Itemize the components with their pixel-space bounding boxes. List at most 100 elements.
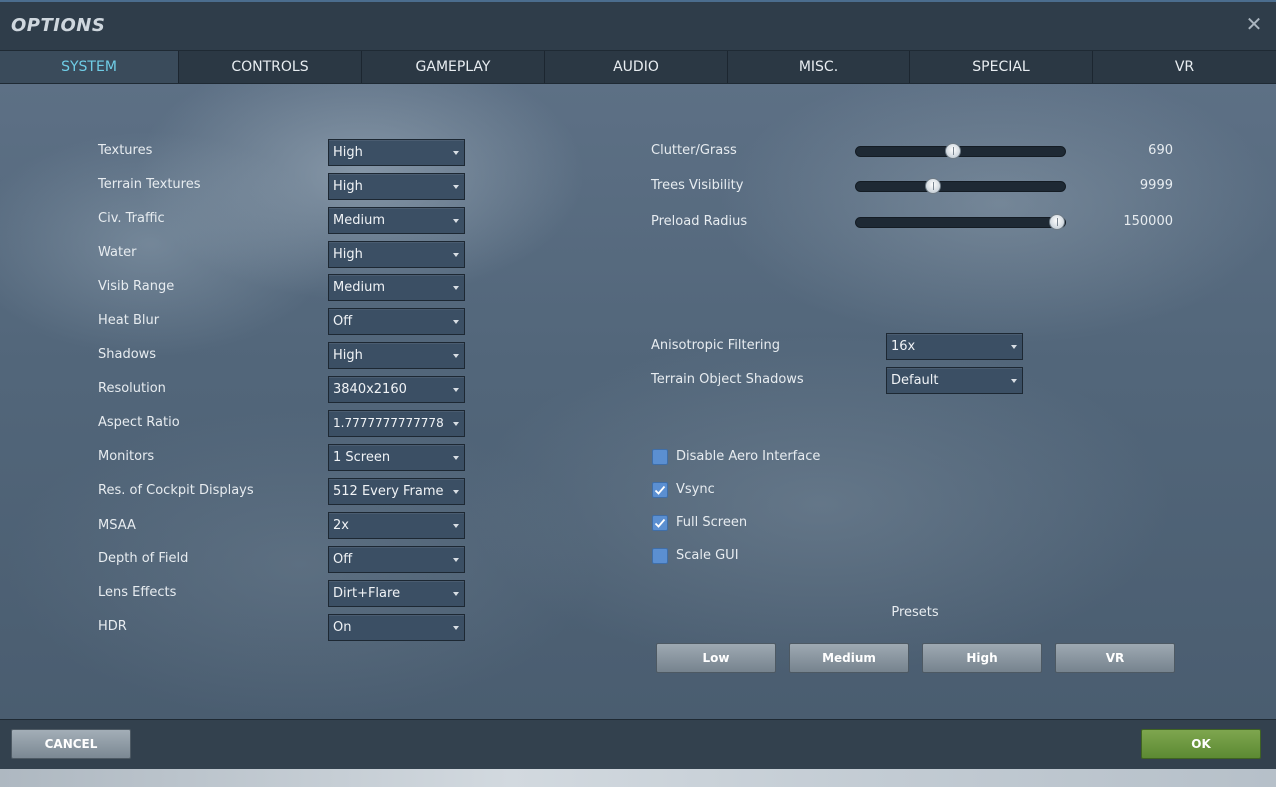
chevron-down-icon (1011, 379, 1017, 383)
close-icon[interactable]: ✕ (1244, 14, 1264, 34)
preset-high-button[interactable]: High (922, 643, 1042, 673)
resolution-select[interactable]: 3840x2160 (328, 376, 465, 403)
footer-bar: CANCEL OK (0, 719, 1276, 769)
preset-medium-button[interactable]: Medium (789, 643, 909, 673)
slider-handle[interactable] (945, 143, 961, 159)
shadows-value: High (333, 348, 363, 363)
clutter-grass-label: Clutter/Grass (651, 143, 737, 158)
aspect-ratio-value: 1.7777777777778 (333, 416, 444, 430)
chevron-down-icon (453, 422, 459, 426)
textures-value: High (333, 145, 363, 160)
tab-gameplay[interactable]: GAMEPLAY (362, 51, 545, 83)
visib-range-label: Visib Range (98, 279, 175, 294)
monitors-select[interactable]: 1 Screen (328, 444, 465, 471)
chevron-down-icon (1011, 345, 1017, 349)
clutter-grass-value: 690 (1148, 143, 1173, 158)
monitors-value: 1 Screen (333, 450, 391, 465)
tab-audio[interactable]: AUDIO (545, 51, 728, 83)
chevron-down-icon (453, 456, 459, 460)
civ-traffic-label: Civ. Traffic (98, 211, 165, 226)
heat-blur-select[interactable]: Off (328, 308, 465, 335)
chevron-down-icon (453, 151, 459, 155)
msaa-select[interactable]: 2x (328, 512, 465, 539)
vsync-checkbox[interactable] (652, 482, 668, 498)
civ-traffic-select[interactable]: Medium (328, 207, 465, 234)
chevron-down-icon (453, 490, 459, 494)
chevron-down-icon (453, 388, 459, 392)
lens-effects-label: Lens Effects (98, 585, 177, 600)
terrain-textures-select[interactable]: High (328, 173, 465, 200)
textures-label: Textures (98, 143, 153, 158)
full-screen-checkbox[interactable] (652, 515, 668, 531)
tab-misc[interactable]: MISC. (728, 51, 910, 83)
preset-low-button[interactable]: Low (656, 643, 776, 673)
slider-handle[interactable] (925, 178, 941, 194)
chevron-down-icon (453, 592, 459, 596)
cockpit-displays-value: 512 Every Frame (333, 484, 444, 499)
resolution-value: 3840x2160 (333, 382, 407, 397)
depth-of-field-value: Off (333, 552, 353, 567)
water-label: Water (98, 245, 137, 260)
textures-select[interactable]: High (328, 139, 465, 166)
window-title: OPTIONS (11, 15, 106, 36)
visib-range-value: Medium (333, 280, 385, 295)
heat-blur-value: Off (333, 314, 353, 329)
system-settings-panel: Textures High Terrain Textures High Civ.… (0, 84, 1276, 719)
clutter-grass-slider[interactable] (855, 143, 1066, 159)
cockpit-displays-select[interactable]: 512 Every Frame (328, 478, 465, 505)
heat-blur-label: Heat Blur (98, 313, 160, 328)
disable-aero-label: Disable Aero Interface (676, 449, 821, 464)
monitors-label: Monitors (98, 449, 155, 464)
msaa-value: 2x (333, 518, 349, 533)
chevron-down-icon (453, 626, 459, 630)
lens-effects-select[interactable]: Dirt+Flare (328, 580, 465, 607)
hdr-select[interactable]: On (328, 614, 465, 641)
resolution-label: Resolution (98, 381, 166, 396)
disable-aero-checkbox[interactable] (652, 449, 668, 465)
water-select[interactable]: High (328, 241, 465, 268)
hdr-label: HDR (98, 619, 127, 634)
chevron-down-icon (453, 253, 459, 257)
tab-system[interactable]: SYSTEM (0, 51, 179, 83)
slider-handle[interactable] (1049, 214, 1065, 230)
cancel-button[interactable]: CANCEL (11, 729, 131, 759)
tab-special[interactable]: SPECIAL (910, 51, 1093, 83)
anisotropic-filtering-label: Anisotropic Filtering (651, 338, 781, 353)
checkmark-icon (654, 518, 666, 528)
tab-vr[interactable]: VR (1093, 51, 1276, 83)
preload-radius-slider[interactable] (855, 214, 1066, 230)
shadows-select[interactable]: High (328, 342, 465, 369)
chevron-down-icon (453, 354, 459, 358)
anisotropic-filtering-select[interactable]: 16x (886, 333, 1023, 360)
chevron-down-icon (453, 185, 459, 189)
preload-radius-label: Preload Radius (651, 214, 748, 229)
vsync-label: Vsync (676, 482, 715, 497)
cockpit-displays-label: Res. of Cockpit Displays (98, 483, 254, 498)
chevron-down-icon (453, 524, 459, 528)
chevron-down-icon (453, 558, 459, 562)
terrain-textures-label: Terrain Textures (98, 177, 201, 192)
preset-vr-button[interactable]: VR (1055, 643, 1175, 673)
trees-visibility-slider[interactable] (855, 178, 1066, 194)
visib-range-select[interactable]: Medium (328, 274, 465, 301)
presets-title: Presets (891, 605, 939, 620)
full-screen-label: Full Screen (676, 515, 748, 530)
tab-controls[interactable]: CONTROLS (179, 51, 362, 83)
ok-button[interactable]: OK (1141, 729, 1261, 759)
depth-of-field-select[interactable]: Off (328, 546, 465, 573)
chevron-down-icon (453, 219, 459, 223)
scale-gui-checkbox[interactable] (652, 548, 668, 564)
terrain-object-shadows-select[interactable]: Default (886, 367, 1023, 394)
water-value: High (333, 247, 363, 262)
trees-visibility-label: Trees Visibility (651, 178, 744, 193)
shadows-label: Shadows (98, 347, 157, 362)
terrain-object-shadows-value: Default (891, 373, 939, 388)
aspect-ratio-select[interactable]: 1.7777777777778 (328, 410, 465, 437)
terrain-textures-value: High (333, 179, 363, 194)
aspect-ratio-label: Aspect Ratio (98, 415, 180, 430)
title-bar: OPTIONS ✕ (0, 0, 1276, 50)
checkmark-icon (654, 485, 666, 495)
terrain-object-shadows-label: Terrain Object Shadows (651, 372, 804, 387)
background-sky (0, 769, 1276, 787)
lens-effects-value: Dirt+Flare (333, 586, 401, 601)
